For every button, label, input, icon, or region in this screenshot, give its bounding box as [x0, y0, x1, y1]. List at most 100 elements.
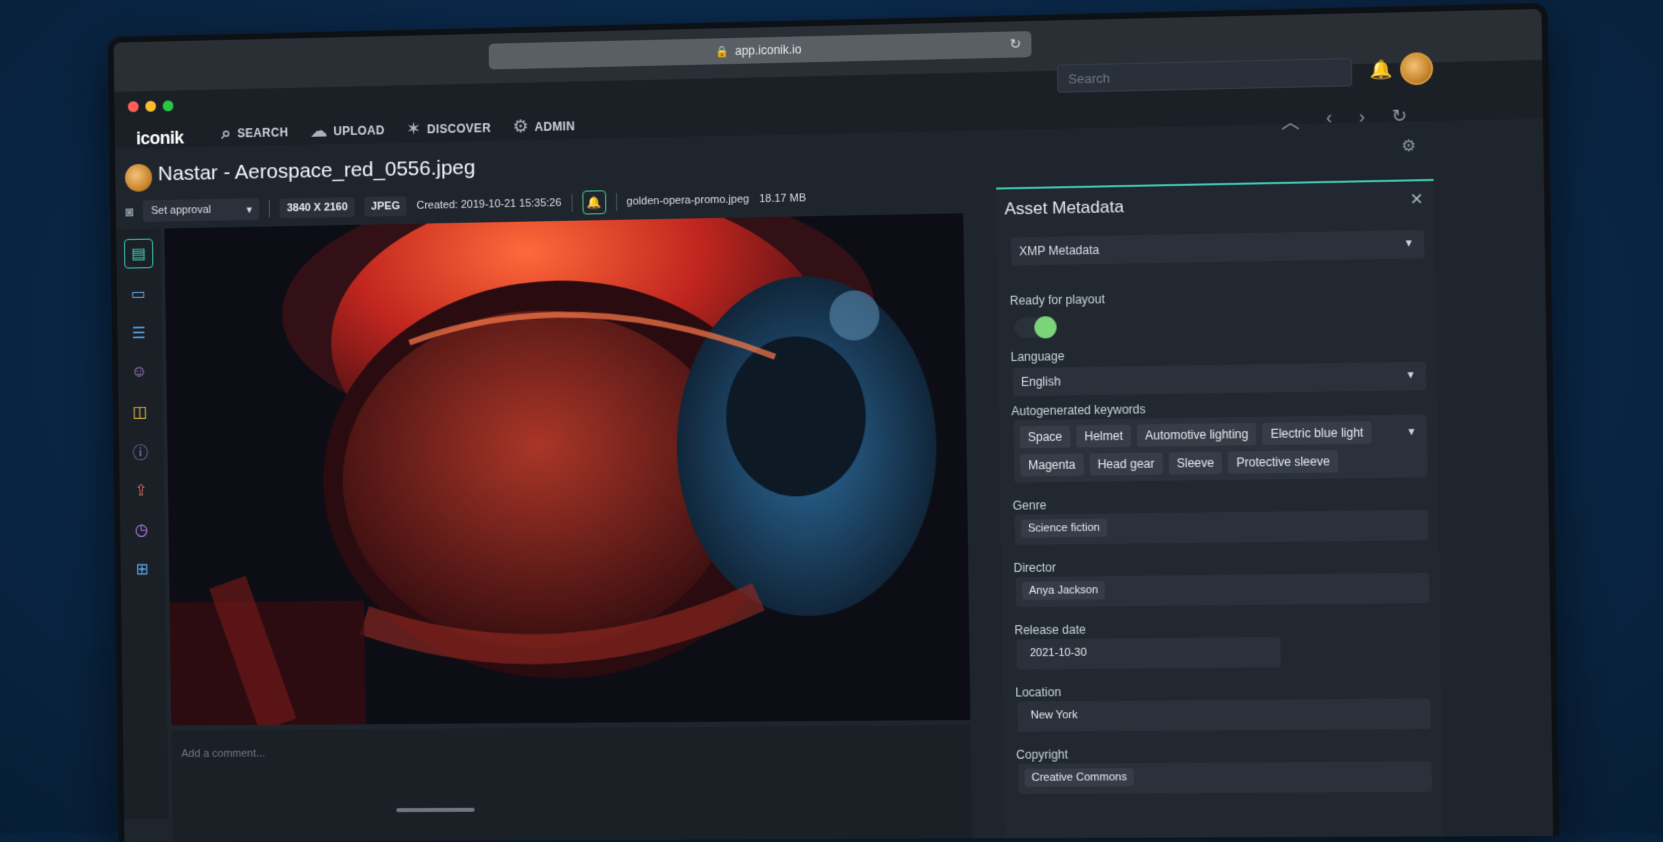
keywords-label: Autogenerated keywords: [1011, 402, 1146, 419]
maximize-window-button[interactable]: [162, 100, 174, 112]
minimize-window-button[interactable]: [145, 100, 157, 112]
genre-label: Genre: [1012, 498, 1047, 513]
metadata-panel: Asset Metadata ✕ XMP Metadata ▼ Ready fo…: [996, 178, 1443, 842]
asset-title: Nastar - Aerospace_red_0556.jpeg: [157, 156, 476, 186]
notification-bell-icon[interactable]: 🔔: [1369, 59, 1392, 81]
faces-icon[interactable]: ☺: [126, 359, 153, 387]
image-preview[interactable]: [164, 213, 971, 726]
nav-upload-label: UPLOAD: [333, 122, 385, 138]
nav-search[interactable]: ⌕ SEARCH: [221, 121, 288, 143]
keyword-tag[interactable]: Protective sleeve: [1228, 450, 1339, 474]
cloud-upload-icon: ☁: [309, 120, 328, 141]
copyright-value: Creative Commons: [1024, 768, 1135, 787]
keywords-row: Magenta Head gear Sleeve Protective slee…: [1020, 450, 1339, 477]
share-icon[interactable]: ⇪: [127, 477, 154, 505]
release-label: Release date: [1014, 622, 1086, 638]
keyword-tag[interactable]: Electric blue light: [1262, 421, 1372, 446]
keywords-field[interactable]: Space Helmet Automotive lighting Electri…: [1013, 414, 1428, 483]
nav-discover-label: DISCOVER: [426, 120, 492, 136]
director-value: Anya Jackson: [1021, 581, 1106, 601]
created-date: Created: 2019-10-21 15:35:26: [416, 197, 562, 212]
chevron-down-icon[interactable]: ▼: [1406, 427, 1416, 438]
keywords-row: Space Helmet Automotive lighting Electri…: [1019, 421, 1372, 449]
history-icon[interactable]: ◷: [128, 516, 155, 544]
chevron-down-icon: ▾: [246, 203, 252, 216]
ready-label: Ready for playout: [1009, 292, 1105, 308]
nav-search-label: SEARCH: [237, 124, 289, 140]
satellite-icon: ✶: [405, 118, 422, 139]
nav-upload[interactable]: ☁ UPLOAD: [309, 119, 384, 141]
director-field[interactable]: Anya Jackson: [1015, 572, 1430, 608]
approval-select[interactable]: Set approval ▾: [143, 198, 260, 223]
refresh-icon[interactable]: ↻: [1391, 105, 1407, 132]
chevron-right-icon[interactable]: ›: [1359, 106, 1366, 132]
chevron-left-icon[interactable]: ‹: [1326, 107, 1333, 133]
subscribe-bell-icon[interactable]: 🔔: [581, 190, 606, 215]
scroll-handle[interactable]: [396, 807, 475, 813]
location-label: Location: [1015, 685, 1062, 700]
keyword-tag[interactable]: Helmet: [1076, 424, 1132, 448]
keyword-tag[interactable]: Magenta: [1020, 453, 1084, 477]
url-bar[interactable]: 🔒 app.iconik.io ↻: [488, 31, 1032, 70]
gear-icon: ⚙: [512, 116, 529, 137]
hierarchy-icon[interactable]: ⊞: [128, 555, 155, 583]
release-value: 2021-10-30: [1029, 646, 1087, 660]
close-window-button[interactable]: [127, 101, 139, 113]
keyword-tag[interactable]: Automotive lighting: [1136, 422, 1257, 447]
file-size: 18.17 MB: [759, 192, 807, 206]
language-select[interactable]: English ▼: [1012, 361, 1427, 397]
genre-field[interactable]: Science fiction: [1014, 509, 1429, 545]
nav-discover[interactable]: ✶ DISCOVER: [406, 117, 491, 140]
nav-admin-label: ADMIN: [534, 118, 575, 134]
close-icon[interactable]: ✕: [1410, 189, 1424, 210]
stage: 🔒 app.iconik.io ↻ iconik ⌕ SEARCH ☁ UPLO…: [0, 0, 1663, 842]
language-value: English: [1020, 374, 1061, 390]
resolution-badge: 3840 X 2160: [279, 197, 355, 219]
format-badge: JPEG: [364, 196, 407, 217]
settings-gear-icon[interactable]: ⚙: [1401, 136, 1416, 157]
camera-icon[interactable]: ◙: [125, 204, 133, 220]
versions-icon[interactable]: ◫: [126, 398, 153, 426]
owner-avatar: [124, 163, 153, 192]
language-label: Language: [1010, 349, 1065, 365]
comments-icon[interactable]: ▭: [125, 280, 152, 308]
panel-title: Asset Metadata: [1004, 197, 1124, 219]
app-window: 🔒 app.iconik.io ↻ iconik ⌕ SEARCH ☁ UPLO…: [107, 2, 1560, 842]
info-icon[interactable]: ⓘ: [127, 437, 154, 465]
search-icon: ⌕: [221, 122, 232, 143]
divider: [269, 199, 271, 218]
reload-icon[interactable]: ↻: [1009, 35, 1021, 52]
nav-admin[interactable]: ⚙ ADMIN: [512, 115, 575, 137]
copyright-field[interactable]: Creative Commons: [1018, 761, 1432, 794]
chevron-up-icon[interactable]: ︿: [1281, 108, 1300, 135]
keyword-tag[interactable]: Sleeve: [1168, 451, 1223, 475]
copyright-label: Copyright: [1016, 747, 1069, 762]
comment-area: Add a comment...: [171, 724, 973, 842]
approval-label: Set approval: [151, 203, 211, 217]
url-text: app.iconik.io: [734, 42, 802, 58]
astronaut-photo: [164, 213, 971, 726]
toggle-knob: [1034, 316, 1057, 339]
window-controls: [127, 100, 174, 113]
divider: [615, 193, 617, 211]
linked-file-name[interactable]: golden-opera-promo.jpeg: [626, 193, 749, 207]
location-value: New York: [1030, 709, 1078, 722]
ready-toggle[interactable]: [1014, 316, 1057, 339]
metadata-icon[interactable]: ▤: [123, 238, 154, 269]
chevron-down-icon: ▼: [1405, 369, 1416, 382]
chevron-down-icon: ▼: [1403, 238, 1415, 250]
location-field[interactable]: New York: [1017, 698, 1432, 732]
metadata-view-label: XMP Metadata: [1019, 242, 1100, 259]
divider: [571, 193, 573, 212]
director-label: Director: [1013, 560, 1057, 575]
lock-icon: 🔒: [715, 45, 730, 58]
metadata-view-select[interactable]: XMP Metadata ▼: [1010, 229, 1425, 266]
relations-icon[interactable]: ☰: [125, 319, 152, 347]
keyword-tag[interactable]: Head gear: [1089, 452, 1163, 476]
app-logo[interactable]: iconik: [136, 128, 184, 150]
comment-input[interactable]: Add a comment...: [181, 748, 265, 760]
asset-sidebar: ▤ ▭ ☰ ☺ ◫ ⓘ ⇪ ◷ ⊞: [116, 228, 169, 820]
asset-navigation: ︿ ‹ › ↻: [1281, 105, 1407, 134]
keyword-tag[interactable]: Space: [1019, 425, 1071, 449]
release-date-field[interactable]: 2021-10-30: [1016, 636, 1281, 670]
